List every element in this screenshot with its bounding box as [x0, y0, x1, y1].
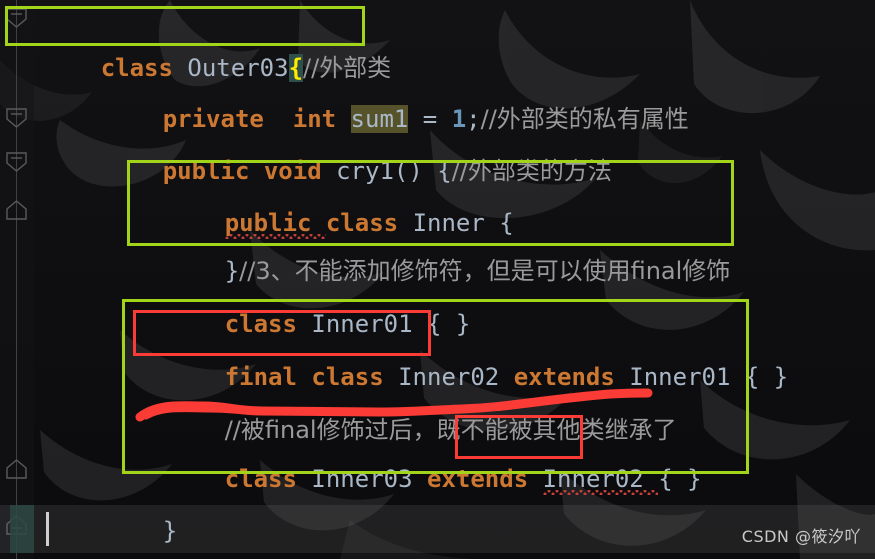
- code-line-field-sum1[interactable]: private int sum1 = 1;//外部类的私有属性: [0, 53, 875, 133]
- code-line-inner-close-comment[interactable]: }//3、不能添加修饰符，但是可以使用final修饰: [0, 205, 875, 285]
- code-editor-screenshot: class Outer03{//外部类 private int sum1 = 1…: [0, 0, 875, 559]
- code-line-outer-class[interactable]: class Outer03{//外部类: [0, 2, 875, 82]
- code-line-comment-final-note[interactable]: //被final修饰过后，既不能被其他类继承了: [0, 364, 875, 444]
- code-line-method-close[interactable]: }: [0, 465, 875, 545]
- code-area[interactable]: class Outer03{//外部类 private int sum1 = 1…: [0, 0, 875, 559]
- code-line-method-cry1[interactable]: public void cry1() {//外部类的方法: [0, 105, 875, 185]
- code-line-inner03[interactable]: class Inner03 extends Inner02 { }: [0, 413, 875, 493]
- csdn-watermark: CSDN @筱汐吖: [741, 527, 861, 546]
- code-line-inner02-final[interactable]: final class Inner02 extends Inner01 { }: [0, 311, 875, 391]
- code-line-inner01[interactable]: class Inner01 { }: [0, 258, 875, 338]
- code-line-inner-class-decl[interactable]: public class Inner {: [0, 157, 875, 237]
- text-caret: [46, 512, 49, 546]
